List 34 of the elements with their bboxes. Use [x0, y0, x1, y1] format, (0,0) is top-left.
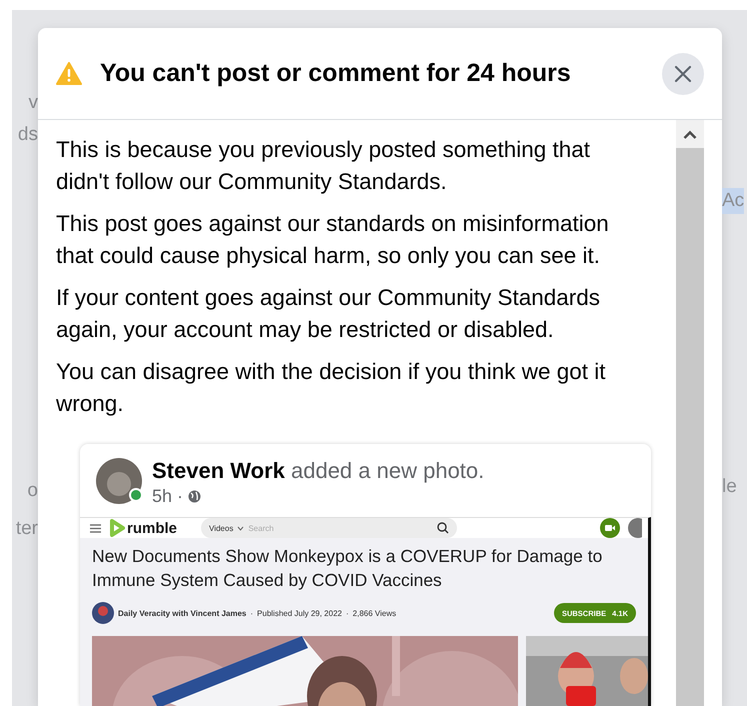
site-logo: rumble	[127, 520, 178, 536]
separator-dot: ·	[250, 608, 254, 618]
close-icon	[674, 64, 692, 82]
background-text: le	[722, 475, 737, 499]
video-title: New Documents Show Monkeypox is a COVERUP for Damage to Immune System Caused by COVID Vaccines	[92, 545, 604, 592]
background-text: ter	[16, 517, 38, 541]
search-field[interactable]: Videos Search	[201, 518, 458, 538]
dialog-title: You can't post or comment for 24 hours	[100, 59, 572, 88]
background-text: o	[27, 479, 38, 503]
background-text: ds	[18, 123, 38, 147]
message-paragraph: This post goes against our standards on misinformation that could cause physical harm, so only you can see it.	[56, 210, 610, 270]
channel-link[interactable]: Daily Veracity with Vincent James	[118, 608, 246, 618]
message-paragraph: This is because you previously posted something that didn't follow our Community Standards.	[56, 136, 592, 196]
separator-dot: ·	[346, 608, 349, 618]
chevron-up-icon	[683, 130, 697, 138]
scrollbar[interactable]	[676, 120, 704, 706]
warning-icon	[56, 62, 82, 85]
background-text: Ac	[722, 188, 744, 214]
message-paragraph: If your content goes against our Community Standards again, your account may be restricted or disabled.	[56, 284, 602, 344]
avatar	[96, 458, 142, 504]
search-icon	[437, 522, 450, 534]
video-meta: Published July 29, 2022	[257, 608, 342, 618]
caret-icon	[237, 526, 244, 530]
video-meta: 2,866 Views	[352, 608, 396, 618]
close-button[interactable]	[662, 52, 704, 94]
avatar	[628, 518, 642, 538]
menu-icon	[90, 524, 101, 532]
globe-icon	[188, 490, 202, 503]
background-text: v	[28, 91, 38, 115]
message-paragraph: You can disagree with the decision if you think we got it wrong.	[56, 358, 607, 418]
avatar	[92, 602, 114, 624]
post-time: 5h ·	[152, 486, 184, 507]
play-icon	[109, 519, 125, 537]
post-headline: Steven Work added a new photo.	[152, 458, 484, 484]
